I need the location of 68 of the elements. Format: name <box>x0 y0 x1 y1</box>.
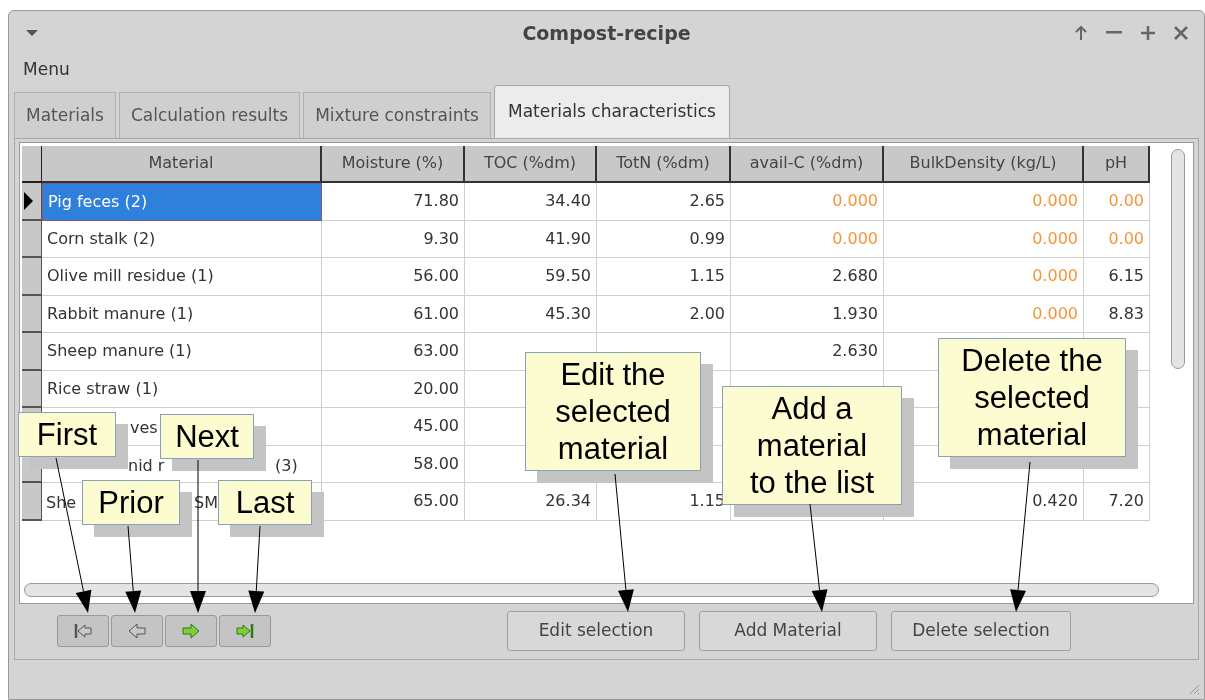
table-cell[interactable]: Corn stalk (2) <box>42 220 322 259</box>
action-button[interactable]: Add Material <box>699 611 877 652</box>
table-cell: 0.000 <box>884 258 1084 296</box>
last-record-button[interactable] <box>219 615 271 648</box>
resize-grip-icon[interactable] <box>1188 683 1200 695</box>
table-cell: 2.680 <box>731 258 884 296</box>
table-cell: 59.50 <box>465 258 597 296</box>
vertical-scrollbar[interactable] <box>1171 148 1185 369</box>
table-cell: 65.00 <box>322 483 465 521</box>
table-cell: 0.00 <box>1084 220 1150 259</box>
table-cell: 1.15 <box>597 258 731 296</box>
table-cell: 2.00 <box>597 295 731 334</box>
corner-header <box>22 145 42 184</box>
column-header[interactable]: avail-C (%dm) <box>731 145 884 184</box>
table-cell: 0.99 <box>597 220 731 259</box>
table-cell[interactable]: Sheep manure (1) <box>42 333 322 371</box>
table-cell: 0.000 <box>884 295 1084 334</box>
table-cell: 45.00 <box>322 408 465 446</box>
table-cell: 0.00 <box>1084 183 1150 221</box>
table-cell: 0.000 <box>731 183 884 221</box>
table-cell: 8.83 <box>1084 295 1150 334</box>
column-header[interactable]: Material <box>42 145 322 184</box>
table-cell: 34.40 <box>465 183 597 221</box>
column-header[interactable]: Moisture (%) <box>322 145 465 184</box>
table-cell[interactable]: Pig feces (2) <box>42 183 322 221</box>
window-menu-icon[interactable] <box>25 29 39 38</box>
table-cell: 45.30 <box>465 295 597 334</box>
table-cell: 56.00 <box>322 258 465 296</box>
table-cell: 2.65 <box>597 183 731 221</box>
window-title: Compost-recipe <box>522 20 691 46</box>
table-cell[interactable]: Rice straw (1) <box>42 370 322 409</box>
column-header[interactable]: pH <box>1084 145 1150 184</box>
table-cell: 61.00 <box>322 295 465 334</box>
table-cell: 1.930 <box>731 295 884 334</box>
minimize-icon[interactable] <box>1106 31 1122 36</box>
table-cell-text: ves <box>130 417 158 440</box>
table-cell: 20.00 <box>322 370 465 409</box>
horizontal-scrollbar[interactable] <box>24 582 1159 597</box>
table-cell[interactable]: Rabbit manure (1) <box>42 295 322 334</box>
menu-item[interactable]: Menu <box>23 57 70 83</box>
tab[interactable]: Mixture constraints <box>303 91 491 138</box>
maximize-icon[interactable] <box>1140 25 1156 42</box>
keep-above-icon[interactable] <box>1074 25 1088 42</box>
column-header[interactable]: TOC (%dm) <box>465 145 597 184</box>
tab[interactable]: Materials <box>14 91 116 138</box>
close-icon[interactable] <box>1174 26 1188 41</box>
column-header[interactable]: TotN (%dm) <box>597 145 731 184</box>
table-cell: 6.15 <box>1084 258 1150 296</box>
table-cell: 58.00 <box>322 445 465 484</box>
action-button[interactable]: Edit selection <box>507 611 685 652</box>
table-cell: 0.000 <box>884 183 1084 221</box>
table-cell: 0.000 <box>731 220 884 259</box>
table-cell: 0.000 <box>884 220 1084 259</box>
table-cell: 63.00 <box>322 333 465 371</box>
table-cell: 71.80 <box>322 183 465 221</box>
table-cell: 7.20 <box>1084 483 1150 521</box>
tab[interactable]: Calculation results <box>118 91 301 138</box>
row-header[interactable] <box>22 183 42 221</box>
table-cell-text: (3) <box>275 454 298 477</box>
current-row-icon <box>22 190 34 211</box>
tab[interactable]: Materials characteristics <box>493 84 730 138</box>
table-cell: 41.90 <box>465 220 597 259</box>
table-cell: 2.630 <box>731 333 884 371</box>
table-cell: 9.30 <box>322 220 465 259</box>
column-header[interactable]: BulkDensity (kg/L) <box>884 145 1084 184</box>
table-cell[interactable]: Olive mill residue (1) <box>42 258 322 296</box>
action-button[interactable]: Delete selection <box>891 611 1071 652</box>
table-cell: 26.34 <box>465 483 597 521</box>
